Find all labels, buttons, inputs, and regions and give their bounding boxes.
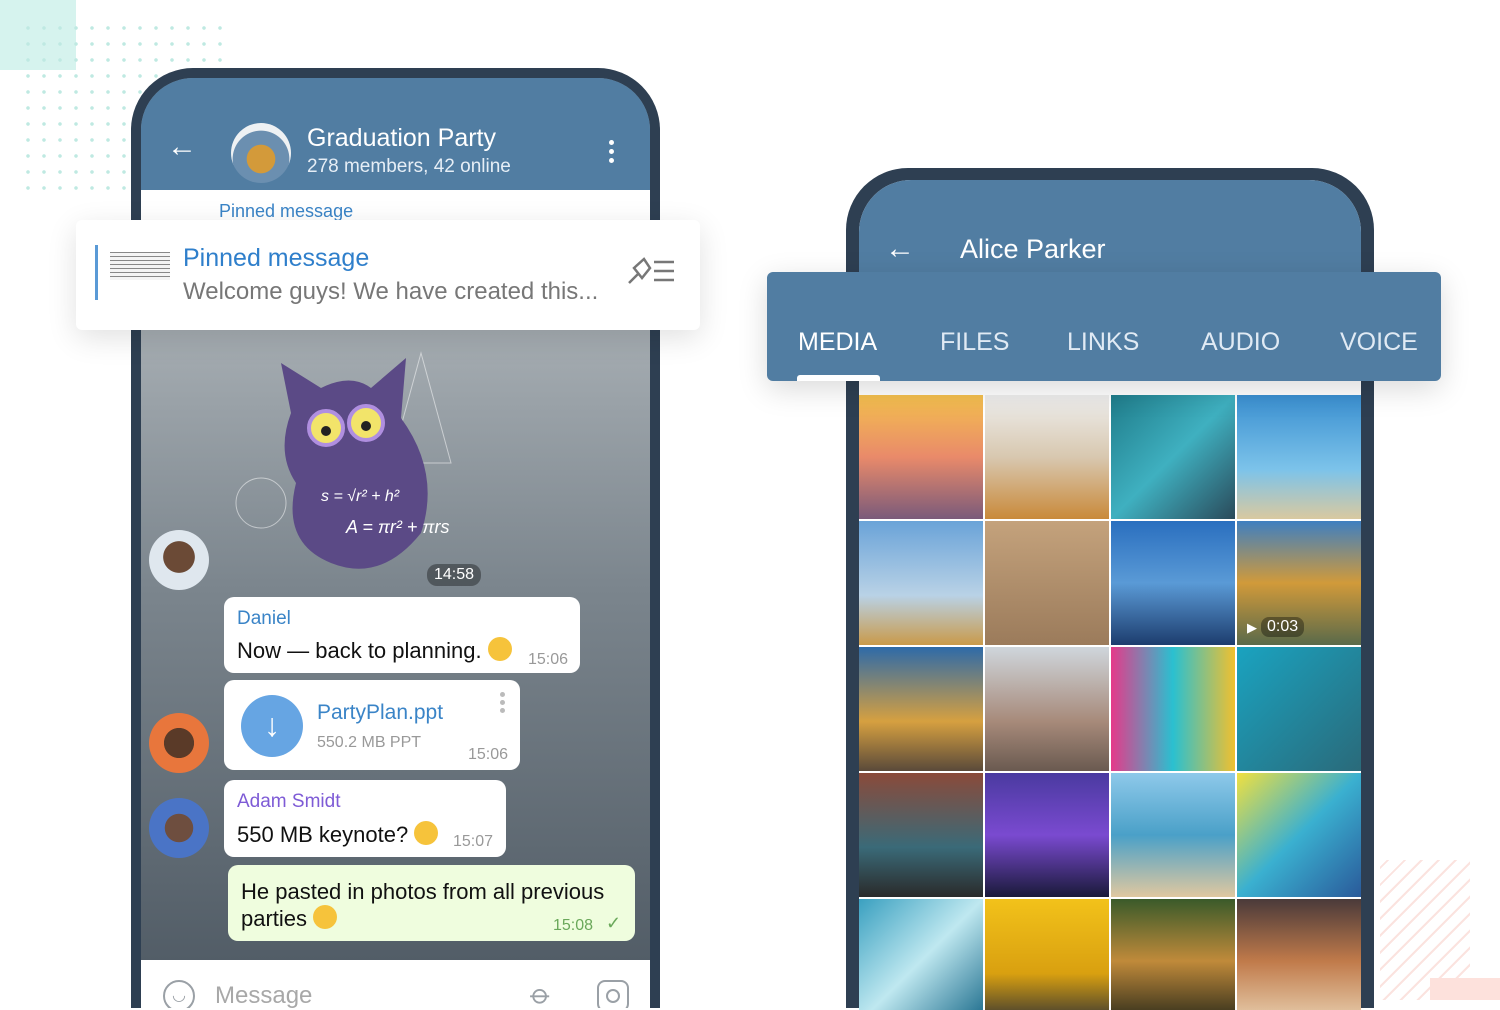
message-text-content: He pasted in photos from all previous pa… (241, 879, 605, 931)
media-tabs: MEDIA FILES LINKS AUDIO VOICE (767, 272, 1441, 381)
message-input[interactable]: Message (215, 982, 312, 1008)
message-adam[interactable]: Adam Smidt 550 MB keynote? 15:07 (224, 780, 506, 857)
file-menu-icon[interactable] (500, 692, 505, 713)
chat-title[interactable]: Graduation Party (307, 124, 496, 153)
pinned-text: Welcome guys! We have created this... (183, 278, 599, 305)
media-thumbnail[interactable] (859, 773, 983, 897)
message-input-bar: ◡ Message ⌀ (141, 960, 650, 1008)
file-meta: 550.2 MB PPT (317, 734, 422, 751)
message-text-content: Now — back to planning. (237, 638, 482, 663)
media-thumbnail[interactable] (859, 647, 983, 771)
media-thumbnail[interactable] (859, 395, 983, 519)
camera-icon[interactable] (597, 980, 629, 1008)
media-thumbnail[interactable] (1111, 773, 1235, 897)
chat-screen: ← Graduation Party 278 members, 42 onlin… (141, 78, 650, 1008)
avatar-adam[interactable] (149, 798, 209, 858)
decor-block (1430, 978, 1500, 1000)
tab-audio[interactable]: AUDIO (1201, 328, 1280, 357)
media-thumbnail[interactable] (859, 521, 983, 645)
thinking-face-icon (414, 821, 439, 845)
tears-of-joy-icon (313, 905, 338, 929)
media-grid: ▶ 0:03 (859, 395, 1361, 1010)
message-daniel[interactable]: Daniel Now — back to planning. 15:06 (224, 597, 580, 673)
play-icon: ▶ (1247, 620, 1257, 635)
sticker-formula-2: A = πr² + πrs (345, 517, 449, 537)
tab-media[interactable]: MEDIA (798, 328, 877, 357)
media-thumbnail[interactable] (1111, 647, 1235, 771)
sender-name: Adam Smidt (237, 791, 341, 812)
media-thumbnail[interactable] (985, 521, 1109, 645)
message-outgoing[interactable]: He pasted in photos from all previous pa… (228, 865, 635, 941)
video-duration: 0:03 (1261, 617, 1305, 637)
media-thumbnail[interactable] (985, 773, 1109, 897)
attach-paperclip-icon[interactable]: ⌀ (524, 977, 559, 1008)
pinned-bar (95, 245, 98, 300)
message-time: 15:08 (553, 917, 594, 934)
media-thumbnail[interactable] (985, 647, 1109, 771)
message-time: 15:07 (453, 833, 494, 850)
profile-title: Alice Parker (960, 234, 1106, 264)
pinned-strip[interactable]: Pinned message (141, 190, 650, 221)
cat-sticker: s = √r² + h² A = πr² + πrs (235, 351, 452, 569)
media-thumbnail[interactable] (1111, 395, 1235, 519)
tab-voice[interactable]: VOICE (1340, 328, 1418, 357)
media-thumbnail[interactable] (985, 899, 1109, 1010)
chat-subtitle: 278 members, 42 online (307, 156, 511, 177)
media-thumbnail[interactable]: ▶ 0:03 (1237, 521, 1361, 645)
emoji-icon[interactable]: ◡ (163, 980, 195, 1008)
message-time: 15:06 (528, 651, 569, 668)
pinned-label: Pinned message (183, 244, 370, 272)
media-thumbnail[interactable] (859, 899, 983, 1010)
sticker-formula-1: s = √r² + h² (321, 488, 400, 505)
sent-check-icon: ✓ (606, 913, 622, 933)
active-tab-indicator (797, 375, 880, 381)
more-menu-icon[interactable] (609, 140, 615, 167)
media-thumbnail[interactable] (1237, 899, 1361, 1010)
message-text: Now — back to planning. (237, 637, 512, 664)
message-text: 550 MB keynote? (237, 821, 439, 848)
media-thumbnail[interactable] (985, 395, 1109, 519)
tab-links[interactable]: LINKS (1067, 328, 1139, 357)
media-thumbnail[interactable] (1111, 899, 1235, 1010)
message-time: 15:06 (468, 746, 509, 763)
media-thumbnail[interactable] (1237, 773, 1361, 897)
phone-chat: ← Graduation Party 278 members, 42 onlin… (131, 68, 660, 1008)
pin-list-icon[interactable] (626, 256, 676, 286)
file-name[interactable]: PartyPlan.ppt (317, 701, 443, 725)
tab-files[interactable]: FILES (940, 328, 1009, 357)
avatar-sender[interactable] (149, 713, 209, 773)
pinned-message-card[interactable]: Pinned message Welcome guys! We have cre… (76, 220, 700, 330)
chat-header: ← Graduation Party 278 members, 42 onlin… (141, 78, 650, 190)
download-icon[interactable]: ↓ (241, 695, 303, 757)
sticker-time: 14:58 (427, 564, 482, 586)
message-file[interactable]: ↓ PartyPlan.ppt 550.2 MB PPT 15:06 (224, 680, 520, 770)
group-avatar[interactable] (231, 123, 291, 183)
media-thumbnail[interactable] (1237, 395, 1361, 519)
back-arrow-icon[interactable]: ← (167, 130, 197, 164)
pinned-strip-label: Pinned message (219, 201, 354, 221)
back-arrow-icon[interactable]: ← (885, 232, 915, 266)
sender-name: Daniel (237, 608, 291, 629)
pinned-thumbnail (110, 252, 170, 280)
avatar-daniel[interactable] (149, 530, 209, 590)
media-thumbnail[interactable] (1237, 647, 1361, 771)
winking-face-icon (487, 637, 512, 661)
media-thumbnail[interactable] (1111, 521, 1235, 645)
message-text-content: 550 MB keynote? (237, 822, 409, 847)
